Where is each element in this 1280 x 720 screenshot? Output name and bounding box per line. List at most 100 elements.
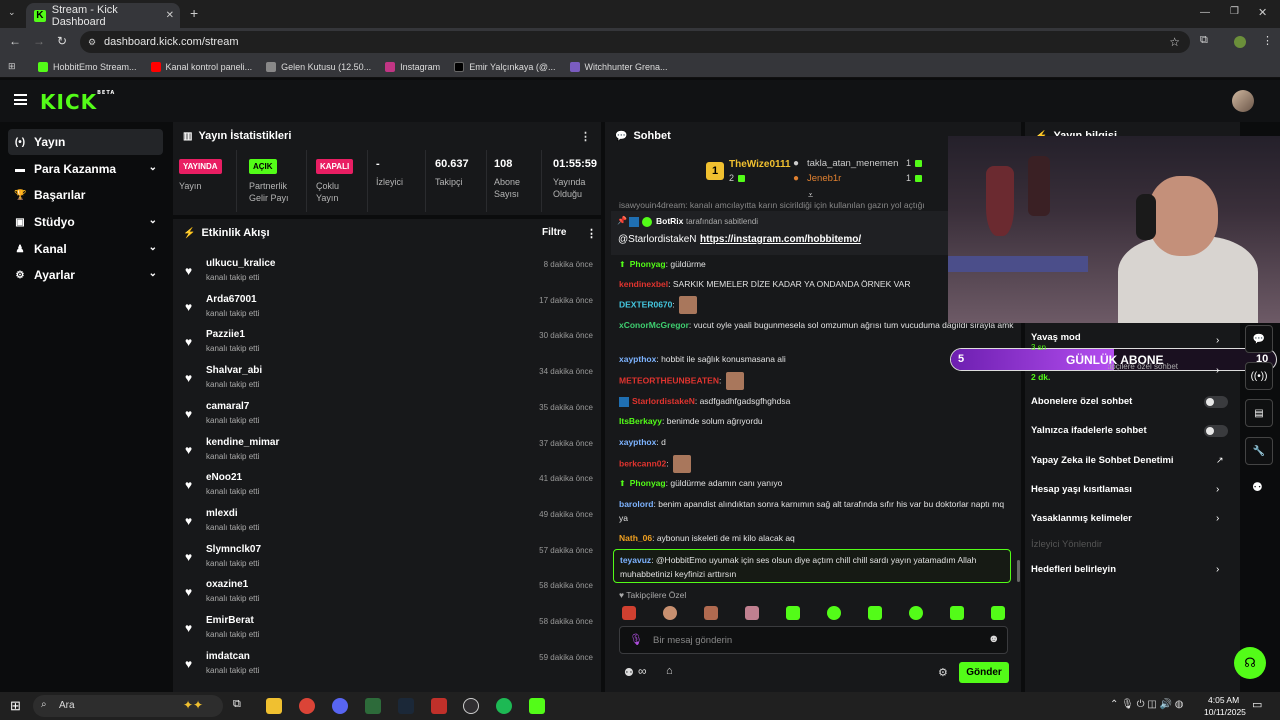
setting-subscribers-only[interactable]: Abonelere özel sohbet — [1031, 396, 1226, 407]
chat-scrollbar[interactable] — [1017, 560, 1020, 582]
sidebar-item-kanal[interactable]: ♟ Kanal ⌄ — [8, 236, 163, 262]
leader-first-name[interactable]: TheWize0111 — [729, 159, 791, 170]
reload-icon[interactable]: ↻ — [57, 34, 67, 48]
activity-user[interactable]: eNoo21 — [206, 472, 242, 483]
bookmark-witchhunter[interactable]: Witchhunter Grena... — [569, 61, 668, 72]
xbox-icon[interactable] — [365, 698, 381, 714]
clock-time[interactable]: 4:05 AM — [1208, 695, 1239, 705]
chat-emote-icon[interactable] — [672, 455, 691, 473]
notification-icon[interactable]: ▭ — [1252, 698, 1262, 711]
activity-user[interactable]: oxazine1 — [206, 579, 248, 590]
emote-kick-icon[interactable] — [909, 606, 923, 620]
activity-user[interactable]: camaral7 — [206, 401, 249, 412]
more-options-icon[interactable]: ⋮ — [580, 130, 591, 143]
url-field[interactable]: ⚙ dashboard.kick.com/stream ☆ — [80, 31, 1190, 53]
chat-username[interactable]: DEXTER0670 — [619, 299, 672, 309]
pinned-link[interactable]: https://instagram.com/hobbitemo/ — [700, 234, 861, 245]
task-view-icon[interactable]: ⧉ — [233, 698, 249, 714]
activity-user[interactable]: Pazziie1 — [206, 329, 245, 340]
chat-username[interactable]: ItsBerkayy — [619, 416, 662, 426]
bookmark-x[interactable]: Emir Yalçınkaya (@... — [454, 61, 556, 72]
obs-icon[interactable] — [463, 698, 479, 714]
chat-username[interactable]: Nath_06 — [619, 533, 652, 543]
sidebar-item-yayin[interactable]: (•) Yayın — [8, 129, 163, 155]
menu-icon[interactable] — [14, 94, 27, 105]
integrations-icon[interactable]: ⚉ — [1252, 480, 1263, 494]
chat-emote-icon[interactable] — [725, 372, 744, 390]
clock-date[interactable]: 10/11/2025 — [1204, 707, 1246, 717]
help-button[interactable]: ☊ — [1234, 647, 1266, 679]
setting-emotes-only[interactable]: Yalnızca ifadelerle sohbet — [1031, 425, 1226, 436]
rail-tools-button[interactable]: 🔧 — [1245, 437, 1273, 465]
emote-angry-icon[interactable] — [622, 606, 636, 620]
activity-user[interactable]: Slymnclk07 — [206, 544, 261, 555]
activity-user[interactable]: EmirBerat — [206, 615, 254, 626]
setting-account-age[interactable]: Hesap yaşı kısıtlaması — [1031, 484, 1226, 495]
setting-ai-moderation[interactable]: Yapay Zeka ile Sohbet Denetimi — [1031, 455, 1226, 466]
app-icon[interactable] — [332, 698, 348, 714]
emote-kick-icon[interactable] — [868, 606, 882, 620]
activity-user[interactable]: Shalvar_abi — [206, 365, 262, 376]
chat-username[interactable]: kendinexbel — [619, 279, 668, 289]
channel-points-icon[interactable]: ⚉ — [624, 666, 634, 679]
emotes-only-toggle[interactable] — [1204, 425, 1228, 437]
forward-icon[interactable]: → — [33, 34, 45, 48]
rail-broadcast-button[interactable]: ((•)) — [1245, 362, 1273, 390]
emote-man-icon[interactable] — [704, 606, 718, 620]
steam-icon[interactable] — [398, 698, 414, 714]
back-icon[interactable]: ← — [9, 34, 21, 48]
store-icon[interactable]: ⌂ — [666, 665, 673, 677]
leader-third-name[interactable]: Jeneb1r — [807, 173, 841, 184]
profile-icon[interactable] — [1234, 36, 1246, 48]
leader-second-name[interactable]: takla_atan_menemen — [807, 158, 898, 169]
windows-start-icon[interactable]: ⊞ — [10, 698, 21, 714]
sidebar-item-basarilar[interactable]: 🏆 Başarılar — [8, 182, 163, 208]
activity-user[interactable]: kendine_mimar — [206, 437, 279, 448]
emote-kick-icon[interactable] — [827, 606, 841, 620]
user-avatar[interactable] — [1232, 90, 1254, 112]
activity-user[interactable]: imdatcan — [206, 651, 250, 662]
setting-banned-words[interactable]: Yasaklanmış kelimeler — [1031, 513, 1226, 524]
activity-user[interactable]: Arda67001 — [206, 294, 257, 305]
emote-face-icon[interactable] — [663, 606, 677, 620]
rail-chat-button[interactable]: 💬 — [1245, 325, 1273, 353]
more-options-icon[interactable]: ⋮ — [586, 227, 597, 240]
highlighted-user[interactable]: teyavuz — [620, 555, 651, 565]
bookmark-youtube[interactable]: Kanal kontrol paneli... — [150, 61, 252, 72]
chat-input[interactable]: Bir mesaj gönderin — [653, 635, 732, 646]
restore-icon[interactable]: ❐ — [1230, 6, 1239, 17]
subscribers-only-toggle[interactable] — [1204, 396, 1228, 408]
followers-chat-sub[interactable]: Takipçilere özel sohbet — [1108, 362, 1178, 371]
browser-menu-icon[interactable]: ⋮ — [1262, 34, 1273, 47]
tab-list-icon[interactable]: ⌄ — [8, 7, 16, 18]
microphone-icon[interactable]: 🎙 — [629, 633, 643, 646]
chat-username[interactable]: xConorMcGregor — [619, 320, 689, 330]
activity-user[interactable]: ulkucu_kralice — [206, 258, 275, 269]
send-button[interactable]: Gönder — [959, 662, 1009, 683]
chat-username[interactable]: Phonyag — [630, 478, 666, 488]
rail-layout-button[interactable]: ▤ — [1245, 399, 1273, 427]
sidebar-item-studyo[interactable]: ▣ Stüdyo ⌄ — [8, 209, 163, 235]
chat-username[interactable]: Phonyag — [630, 259, 666, 269]
tray-icons[interactable]: ⌃ 🎙 ⏻ ◫ 🔊 ◍ — [1110, 699, 1184, 710]
sidebar-item-ayarlar[interactable]: ⚙ Ayarlar ⌄ — [8, 262, 163, 288]
kick-app-icon[interactable] — [529, 698, 545, 714]
chat-username[interactable]: xaypthox — [619, 437, 656, 447]
emote-kick-icon[interactable] — [991, 606, 1005, 620]
emote-kick-icon[interactable] — [950, 606, 964, 620]
chat-username[interactable]: barolord — [619, 499, 653, 509]
emote-kick-icon[interactable] — [786, 606, 800, 620]
spotify-icon[interactable] — [496, 698, 512, 714]
bookmark-hobbitemo[interactable]: HobbitEmo Stream... — [38, 61, 137, 72]
close-window-icon[interactable]: ✕ — [1258, 6, 1267, 19]
chat-settings-icon[interactable]: ⚙ — [938, 666, 948, 679]
game-icon[interactable] — [431, 698, 447, 714]
site-info-icon[interactable]: ⚙ — [88, 37, 96, 48]
minimize-icon[interactable]: — — [1200, 7, 1210, 18]
chat-username[interactable]: berkcann02 — [619, 458, 666, 468]
chrome-icon[interactable] — [299, 698, 315, 714]
close-tab-icon[interactable]: ✕ — [166, 10, 174, 21]
chat-emote-icon[interactable] — [679, 296, 698, 314]
file-explorer-icon[interactable] — [266, 698, 282, 714]
browser-tab[interactable]: K Stream - Kick Dashboard ✕ — [26, 3, 180, 28]
